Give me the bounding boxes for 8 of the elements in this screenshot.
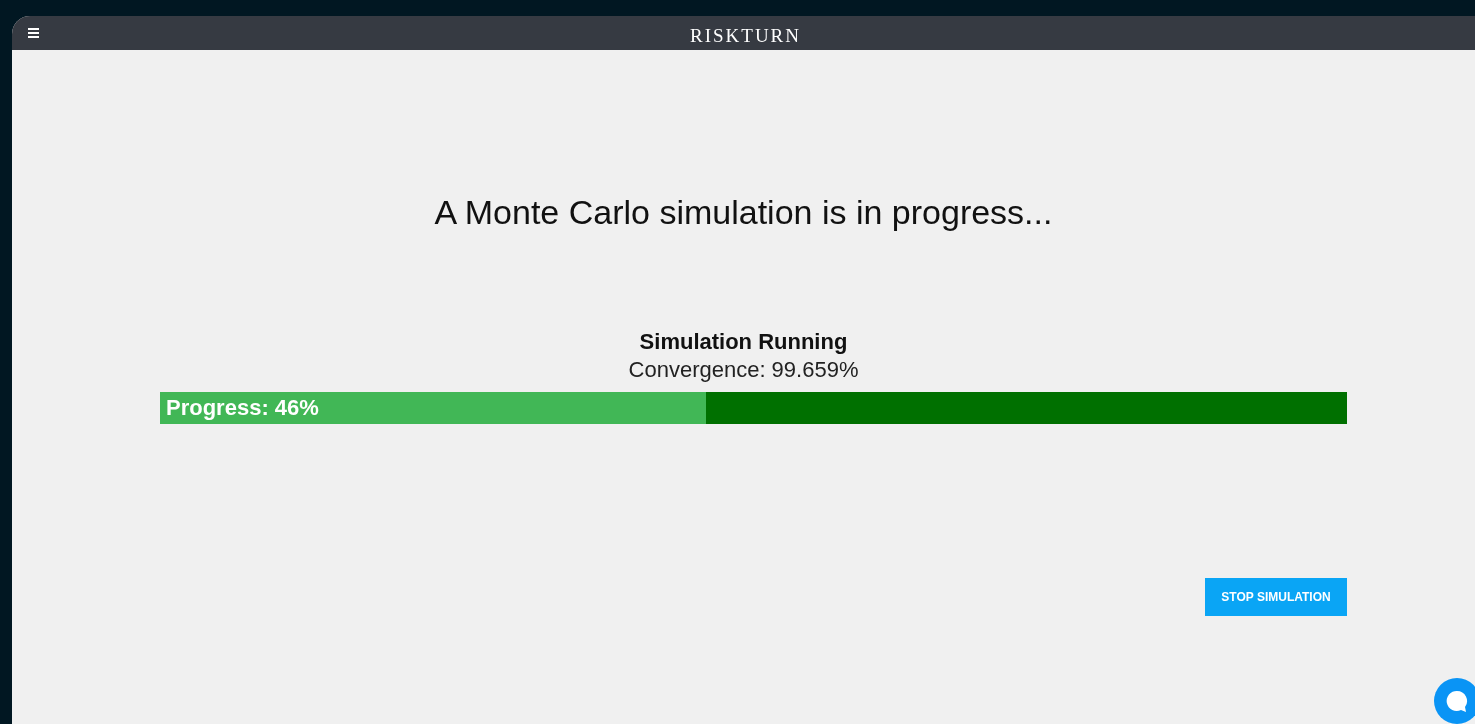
status-title: Simulation Running	[639, 328, 848, 356]
stop-simulation-button[interactable]: STOP SIMULATION	[1205, 578, 1347, 616]
menu-icon[interactable]	[28, 28, 39, 38]
page-heading: A Monte Carlo simulation is in progress...	[434, 192, 1053, 233]
logo: RISKTURN	[690, 24, 801, 48]
chat-icon[interactable]	[1434, 678, 1475, 724]
progress-label: Progress: 46%	[166, 394, 319, 422]
convergence-text: Convergence: 99.659%	[628, 356, 859, 384]
